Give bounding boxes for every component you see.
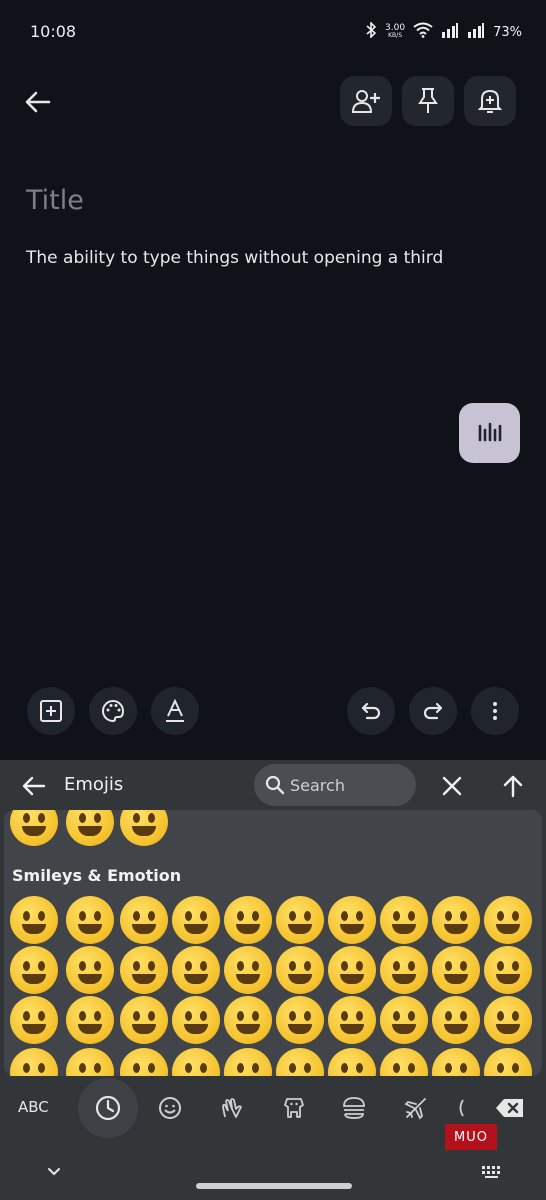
emoji-category-label: Smileys & Emotion bbox=[12, 866, 182, 885]
arrow-left-icon bbox=[22, 776, 46, 796]
bell-add-icon bbox=[478, 89, 502, 113]
arrow-left-icon bbox=[25, 91, 51, 113]
network-speed: 3.00 KB/S bbox=[385, 24, 405, 40]
redo-icon bbox=[423, 702, 443, 720]
undo-button[interactable] bbox=[347, 687, 395, 735]
emoji-item[interactable] bbox=[380, 996, 428, 1044]
tab-recent[interactable] bbox=[90, 1090, 126, 1126]
clear-search-button[interactable] bbox=[438, 772, 466, 800]
emoji-item[interactable] bbox=[66, 896, 114, 944]
pin-button[interactable] bbox=[402, 76, 454, 126]
keyboard-back-button[interactable] bbox=[20, 772, 48, 800]
emoji-item[interactable] bbox=[120, 996, 168, 1044]
emoji-item[interactable] bbox=[172, 896, 220, 944]
more-vert-icon bbox=[493, 702, 497, 720]
status-time: 10:08 bbox=[30, 22, 77, 41]
emoji-item[interactable] bbox=[224, 896, 272, 944]
emoji-item[interactable] bbox=[432, 896, 480, 944]
switch-keyboard-button[interactable] bbox=[478, 1162, 506, 1182]
emoji-item[interactable] bbox=[484, 946, 532, 994]
person-add-icon bbox=[351, 90, 380, 113]
emoji-item[interactable] bbox=[120, 946, 168, 994]
keyboard-icon bbox=[482, 1166, 500, 1178]
close-icon bbox=[442, 776, 462, 796]
search-placeholder: Search bbox=[290, 775, 345, 795]
tab-people[interactable] bbox=[214, 1090, 250, 1126]
more-options-button[interactable] bbox=[471, 687, 519, 735]
emoji-item[interactable] bbox=[432, 996, 480, 1044]
hide-keyboard-button[interactable] bbox=[42, 1162, 66, 1182]
add-box-button[interactable] bbox=[27, 687, 75, 735]
bluetooth-icon bbox=[365, 21, 377, 42]
emoji-item[interactable] bbox=[328, 896, 376, 944]
navigation-handle[interactable] bbox=[196, 1183, 352, 1189]
clapping-hands-icon bbox=[222, 1098, 242, 1118]
backspace-icon bbox=[496, 1099, 523, 1117]
add-collaborator-button[interactable] bbox=[340, 76, 392, 126]
emoji-item[interactable] bbox=[172, 946, 220, 994]
emoji-item[interactable] bbox=[224, 996, 272, 1044]
emoji-item[interactable] bbox=[276, 896, 324, 944]
voice-input-button[interactable] bbox=[459, 403, 520, 463]
tab-smileys[interactable] bbox=[152, 1090, 188, 1126]
dog-icon bbox=[284, 1098, 304, 1118]
wifi-icon bbox=[413, 22, 433, 42]
emoji-item[interactable] bbox=[172, 996, 220, 1044]
smiley-icon bbox=[159, 1097, 181, 1119]
emoji-item[interactable] bbox=[10, 946, 58, 994]
signal-icon-1 bbox=[441, 22, 459, 42]
tab-more-categories[interactable] bbox=[450, 1090, 470, 1126]
emoji-item[interactable] bbox=[10, 896, 58, 944]
net-speed-unit: KB/S bbox=[388, 32, 403, 39]
emoji-header-title: Emojis bbox=[64, 774, 124, 795]
backspace-button[interactable] bbox=[490, 1090, 530, 1126]
tab-travel[interactable] bbox=[398, 1090, 434, 1126]
pin-icon bbox=[418, 88, 438, 113]
emoji-item[interactable] bbox=[328, 946, 376, 994]
back-button[interactable] bbox=[20, 84, 56, 120]
emoji-item[interactable] bbox=[276, 996, 324, 1044]
muo-watermark: MUO bbox=[445, 1124, 497, 1150]
emoji-item[interactable] bbox=[380, 896, 428, 944]
redo-button[interactable] bbox=[409, 687, 457, 735]
emoji-item[interactable] bbox=[484, 996, 532, 1044]
emoji-item[interactable] bbox=[432, 946, 480, 994]
arrow-up-icon bbox=[503, 775, 523, 798]
emoji-item[interactable] bbox=[120, 896, 168, 944]
net-speed-value: 3.00 bbox=[385, 23, 406, 33]
note-body[interactable]: The ability to type things without openi… bbox=[26, 248, 443, 268]
background-options-button[interactable] bbox=[89, 687, 137, 735]
text-format-icon bbox=[166, 699, 184, 722]
expand-button[interactable] bbox=[499, 772, 527, 800]
tab-animals[interactable] bbox=[276, 1090, 312, 1126]
emoji-item[interactable] bbox=[10, 996, 58, 1044]
emoji-item[interactable] bbox=[66, 946, 114, 994]
reminder-button[interactable] bbox=[464, 76, 516, 126]
search-icon bbox=[265, 775, 285, 795]
emoji-item[interactable] bbox=[328, 996, 376, 1044]
palette-icon bbox=[102, 699, 125, 723]
status-icons: 3.00 KB/S 73% bbox=[365, 21, 522, 42]
emoji-item[interactable] bbox=[224, 946, 272, 994]
title-field[interactable]: Title bbox=[26, 185, 84, 216]
battery-percentage: 73% bbox=[493, 24, 522, 40]
emoji-item[interactable] bbox=[276, 946, 324, 994]
emoji-search-field[interactable]: Search bbox=[254, 764, 416, 806]
text-format-button[interactable] bbox=[151, 687, 199, 735]
clock-icon bbox=[95, 1095, 121, 1121]
signal-icon-2 bbox=[467, 22, 485, 42]
emoji-item[interactable] bbox=[484, 896, 532, 944]
emoji-item[interactable] bbox=[380, 946, 428, 994]
add-box-icon bbox=[40, 700, 62, 722]
tab-food[interactable] bbox=[336, 1090, 372, 1126]
abc-button[interactable]: ABC bbox=[18, 1098, 49, 1116]
undo-icon bbox=[361, 702, 381, 720]
audio-wave-icon bbox=[478, 422, 501, 442]
airplane-icon bbox=[404, 1098, 426, 1120]
emoji-item[interactable] bbox=[66, 996, 114, 1044]
chevron-down-icon bbox=[48, 1168, 60, 1176]
category-partial-icon bbox=[459, 1099, 464, 1117]
burger-icon bbox=[343, 1097, 365, 1119]
